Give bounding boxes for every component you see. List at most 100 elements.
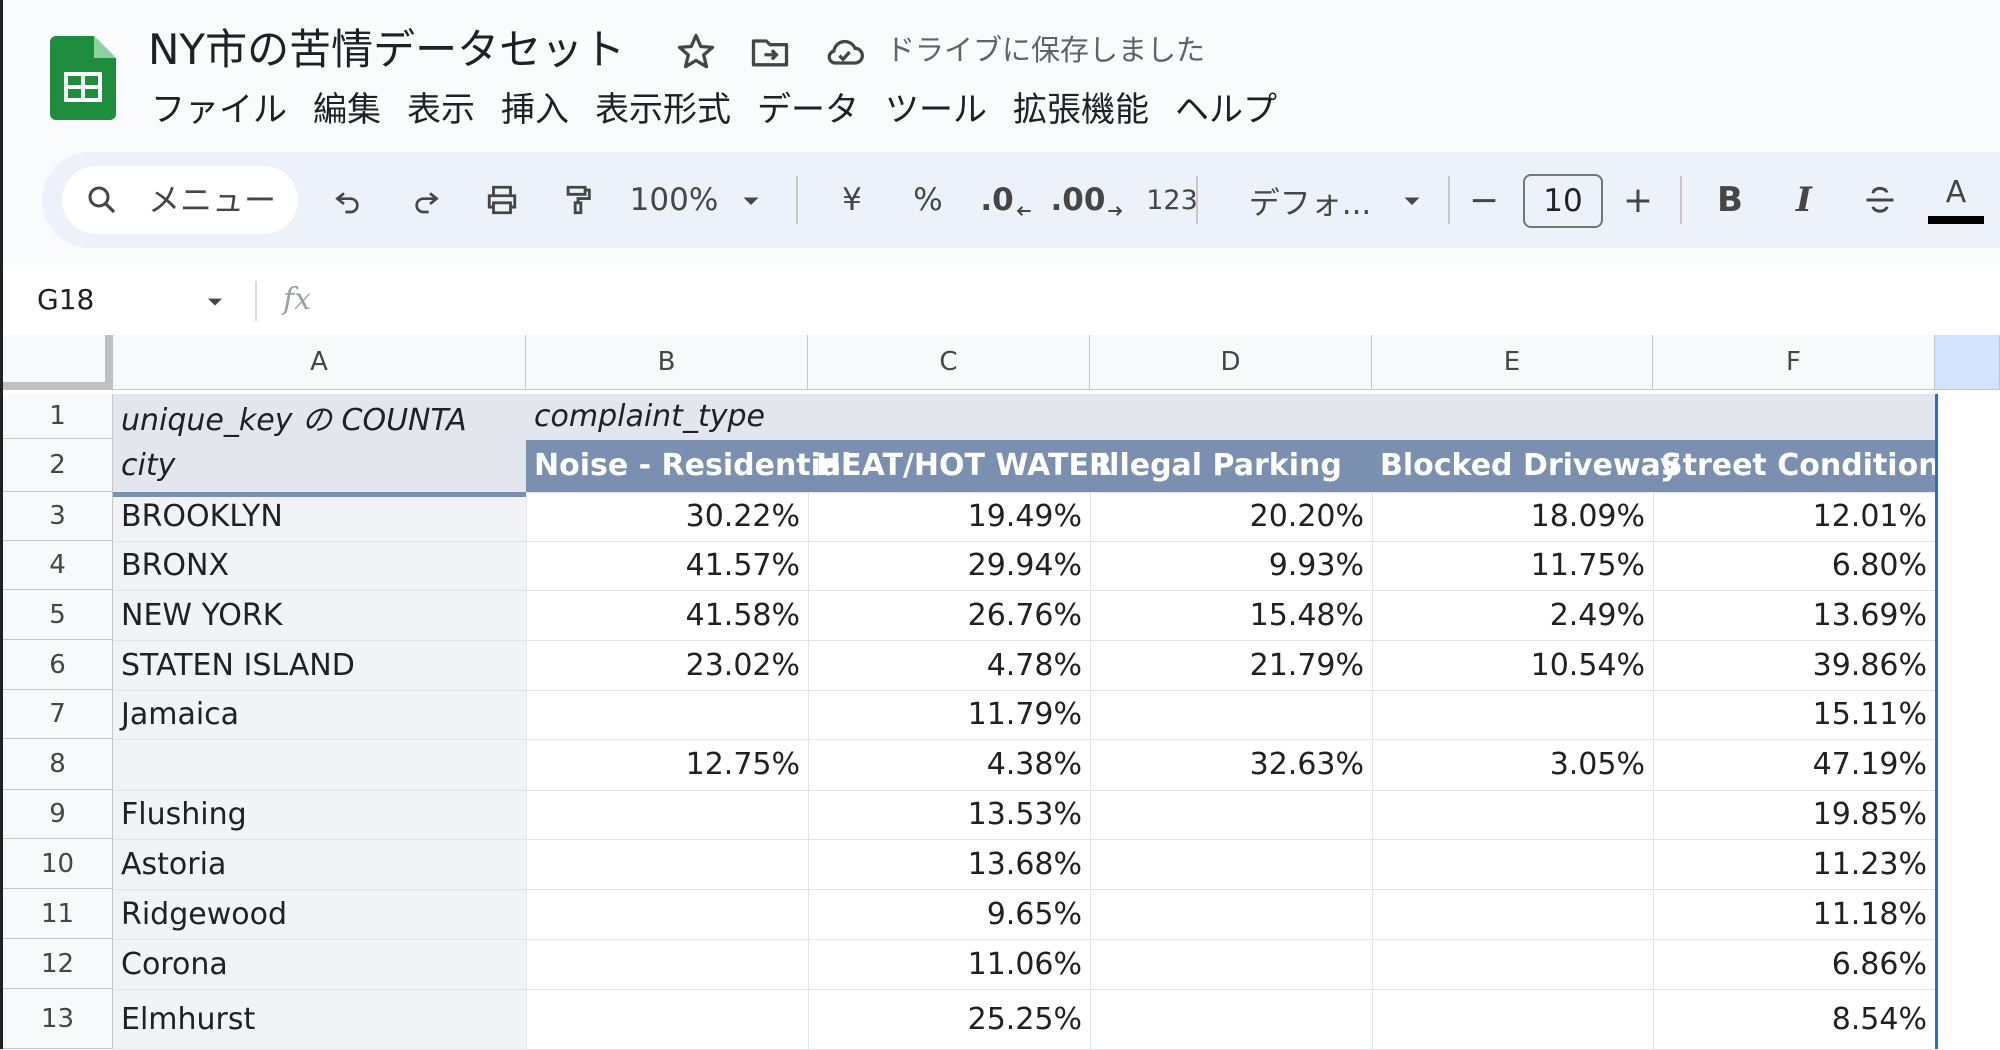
- cloud-saved-icon[interactable]: [822, 30, 866, 74]
- pivot-value-cell[interactable]: [1090, 690, 1372, 739]
- menu-insert[interactable]: 挿入: [488, 84, 582, 136]
- font-family-select[interactable]: デフォ...: [1218, 152, 1458, 248]
- sheets-logo-icon[interactable]: [50, 36, 116, 120]
- column-header-g[interactable]: [1935, 335, 2000, 390]
- row-header-3[interactable]: 3: [3, 492, 113, 541]
- percent-format-button[interactable]: %: [898, 152, 958, 248]
- move-folder-icon[interactable]: [748, 30, 792, 74]
- pivot-value-cell[interactable]: [1090, 989, 1372, 1049]
- pivot-value-cell[interactable]: 4.78%: [808, 640, 1090, 690]
- menu-search[interactable]: メニュー: [62, 166, 298, 234]
- pivot-value-cell[interactable]: 19.49%: [808, 492, 1090, 541]
- paint-format-button[interactable]: [548, 152, 608, 248]
- name-box[interactable]: G18: [37, 265, 94, 335]
- pivot-row-label[interactable]: BRONX: [113, 541, 526, 590]
- column-header-e[interactable]: E: [1372, 335, 1653, 390]
- menu-extensions[interactable]: 拡張機能: [1000, 84, 1162, 136]
- pivot-row-label[interactable]: Ridgewood: [113, 889, 526, 939]
- pivot-value-cell[interactable]: 15.11%: [1653, 690, 1935, 739]
- pivot-value-cell[interactable]: [1372, 690, 1653, 739]
- row-header-12[interactable]: 12: [3, 939, 113, 989]
- number-format-button[interactable]: 123: [1132, 152, 1212, 248]
- pivot-value-cell[interactable]: [1372, 839, 1653, 889]
- pivot-value-cell[interactable]: 3.05%: [1372, 739, 1653, 790]
- star-icon[interactable]: [674, 30, 718, 74]
- formula-input[interactable]: [333, 265, 1933, 335]
- row-header-1[interactable]: 1: [3, 394, 113, 439]
- pivot-value-cell[interactable]: 29.94%: [808, 541, 1090, 590]
- pivot-value-cell[interactable]: 11.75%: [1372, 541, 1653, 590]
- pivot-value-cell[interactable]: 41.58%: [526, 590, 808, 640]
- pivot-value-cell[interactable]: 30.22%: [526, 492, 808, 541]
- column-header-f[interactable]: F: [1653, 335, 1935, 390]
- pivot-value-label[interactable]: unique_key の COUNTA: [113, 394, 526, 439]
- pivot-value-cell[interactable]: [1372, 989, 1653, 1049]
- pivot-value-cell[interactable]: 39.86%: [1653, 640, 1935, 690]
- redo-button[interactable]: [396, 152, 456, 248]
- row-header-4[interactable]: 4: [3, 541, 113, 590]
- row-header-13[interactable]: 13: [3, 989, 113, 1049]
- pivot-row-label[interactable]: Jamaica: [113, 690, 526, 739]
- pivot-value-cell[interactable]: 9.65%: [808, 889, 1090, 939]
- pivot-value-cell[interactable]: 20.20%: [1090, 492, 1372, 541]
- row-header-7[interactable]: 7: [3, 690, 113, 739]
- row-header-5[interactable]: 5: [3, 590, 113, 640]
- menu-data[interactable]: データ: [744, 84, 872, 136]
- row-header-10[interactable]: 10: [3, 839, 113, 889]
- increase-font-size-button[interactable]: +: [1610, 152, 1666, 248]
- decrease-font-size-button[interactable]: −: [1456, 152, 1512, 248]
- pivot-value-cell[interactable]: 12.01%: [1653, 492, 1935, 541]
- pivot-value-cell[interactable]: [1372, 939, 1653, 989]
- print-button[interactable]: [472, 152, 532, 248]
- pivot-value-cell[interactable]: 25.25%: [808, 989, 1090, 1049]
- pivot-value-cell[interactable]: 13.69%: [1653, 590, 1935, 640]
- pivot-value-cell[interactable]: 11.79%: [808, 690, 1090, 739]
- pivot-column-header[interactable]: Street Condition: [1653, 439, 1940, 492]
- font-size-input[interactable]: 10: [1523, 174, 1603, 228]
- italic-button[interactable]: I: [1774, 152, 1834, 248]
- pivot-value-cell[interactable]: [1372, 889, 1653, 939]
- menu-tools[interactable]: ツール: [872, 84, 1000, 136]
- pivot-value-cell[interactable]: 9.93%: [1090, 541, 1372, 590]
- menu-format[interactable]: 表示形式: [582, 84, 744, 136]
- increase-decimal-button[interactable]: .00: [1048, 152, 1128, 248]
- pivot-row-label[interactable]: [113, 739, 526, 790]
- pivot-value-cell[interactable]: [1090, 939, 1372, 989]
- pivot-value-cell[interactable]: 13.68%: [808, 839, 1090, 889]
- pivot-value-cell[interactable]: [1090, 839, 1372, 889]
- pivot-value-cell[interactable]: 21.79%: [1090, 640, 1372, 690]
- save-status[interactable]: ドライブに保存しました: [886, 30, 1205, 70]
- pivot-row-label[interactable]: BROOKLYN: [113, 492, 526, 541]
- decrease-decimal-button[interactable]: .0: [972, 152, 1042, 248]
- pivot-row-label[interactable]: NEW YORK: [113, 590, 526, 640]
- pivot-value-cell[interactable]: 26.76%: [808, 590, 1090, 640]
- pivot-value-cell[interactable]: 47.19%: [1653, 739, 1935, 790]
- pivot-value-cell[interactable]: 18.09%: [1372, 492, 1653, 541]
- pivot-column-header[interactable]: Noise - Residential: [526, 439, 851, 492]
- menu-file[interactable]: ファイル: [138, 84, 300, 136]
- pivot-value-cell[interactable]: 4.38%: [808, 739, 1090, 790]
- pivot-row-label[interactable]: Corona: [113, 939, 526, 989]
- pivot-value-cell[interactable]: [526, 989, 808, 1049]
- pivot-value-cell[interactable]: [526, 889, 808, 939]
- column-header-a[interactable]: A: [113, 335, 526, 390]
- undo-button[interactable]: [318, 152, 378, 248]
- pivot-value-cell[interactable]: 11.06%: [808, 939, 1090, 989]
- pivot-row-label[interactable]: STATEN ISLAND: [113, 640, 526, 690]
- pivot-row-label[interactable]: Elmhurst: [113, 989, 526, 1049]
- strikethrough-button[interactable]: [1850, 152, 1910, 248]
- pivot-value-cell[interactable]: 11.18%: [1653, 889, 1935, 939]
- column-header-c[interactable]: C: [808, 335, 1090, 390]
- column-header-b[interactable]: B: [526, 335, 808, 390]
- row-header-9[interactable]: 9: [3, 790, 113, 839]
- bold-button[interactable]: B: [1700, 152, 1760, 248]
- pivot-column-header[interactable]: Blocked Driveway: [1372, 439, 1679, 492]
- menu-view[interactable]: 表示: [394, 84, 488, 136]
- chevron-down-icon[interactable]: [201, 287, 229, 315]
- pivot-column-header[interactable]: Illegal Parking: [1090, 439, 1372, 492]
- pivot-column-header[interactable]: HEAT/HOT WATER: [808, 439, 1112, 492]
- pivot-value-cell[interactable]: 2.49%: [1372, 590, 1653, 640]
- row-header-8[interactable]: 8: [3, 739, 113, 790]
- document-title[interactable]: NY市の苦情データセット: [148, 22, 625, 78]
- row-header-11[interactable]: 11: [3, 889, 113, 939]
